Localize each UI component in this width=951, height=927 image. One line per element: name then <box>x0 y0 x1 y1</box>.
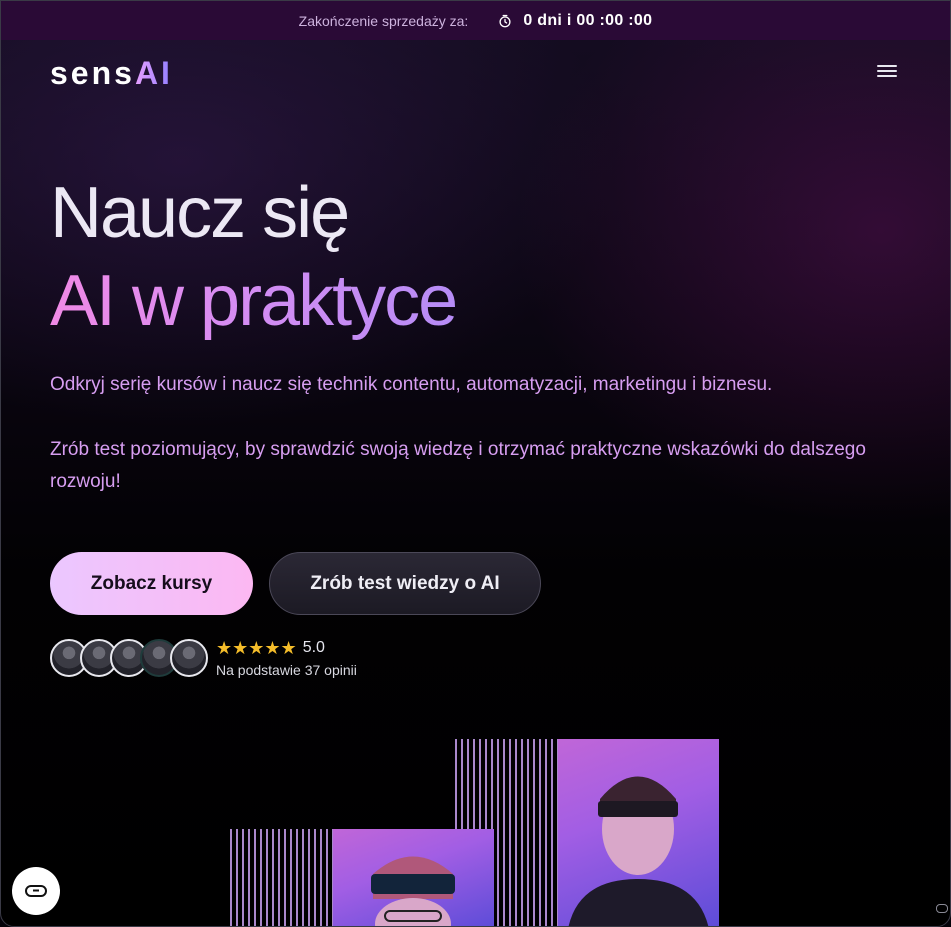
take-ai-test-button[interactable]: Zrób test wiedzy o AI <box>269 552 541 615</box>
hamburger-menu-icon[interactable] <box>877 65 897 81</box>
chat-widget-button[interactable] <box>12 867 60 915</box>
decorative-lines <box>230 829 334 926</box>
reviews-count: Na podstawie 37 opinii <box>216 662 357 678</box>
scroll-indicator[interactable] <box>936 904 948 913</box>
rating-value: 5.0 <box>302 639 325 656</box>
person-illustration <box>568 776 709 926</box>
hero-title-line-1: Naucz się <box>50 173 350 253</box>
countdown-label: Zakończenie sprzedaży za: <box>298 12 469 29</box>
hero-paragraph-2: Zrób test poziomujący, by sprawdzić swoj… <box>50 439 866 492</box>
chat-loop-icon <box>25 885 47 897</box>
logo-text: sens <box>50 55 135 91</box>
person-illustration <box>371 856 455 926</box>
star-rating-icons: ★★★★★ <box>216 638 297 658</box>
logo-ai-text: AI <box>134 55 173 91</box>
logo[interactable]: sensAI <box>50 55 173 91</box>
hero-paragraph-1: Odkryj serię kursów i naucz się technik … <box>50 374 773 395</box>
avatar <box>170 639 208 677</box>
countdown-timer: 0 dni i 00 :00 :00 <box>523 11 653 29</box>
countdown-bar: Zakończenie sprzedaży za: 0 dni i 00 :00… <box>1 1 950 40</box>
portrait-image <box>333 829 494 926</box>
page: Zakończenie sprzedaży za: 0 dni i 00 :00… <box>0 0 951 927</box>
see-courses-button[interactable]: Zobacz kursy <box>50 552 253 615</box>
portrait-image <box>558 739 719 926</box>
hero-title-line-2: AI w praktyce <box>50 261 458 341</box>
clock-icon <box>499 14 511 27</box>
rating: ★★★★★ 5.0 <box>216 639 325 657</box>
